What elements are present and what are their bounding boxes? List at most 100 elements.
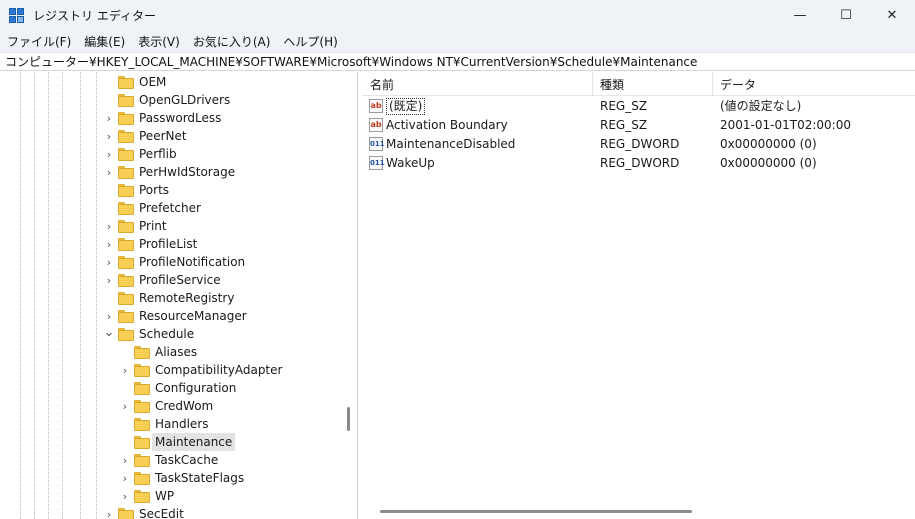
folder-icon [134,346,150,359]
menu-file[interactable]: ファイル(F) [0,33,77,50]
value-data: 0x00000000 (0) [720,137,817,151]
chevron-right-icon[interactable]: › [104,163,114,181]
menu-help[interactable]: ヘルプ(H) [276,33,343,50]
column-header-data[interactable]: データ [712,72,915,96]
tree-item[interactable]: Configuration [0,379,340,397]
value-name: (既定) [386,97,426,116]
menu-edit[interactable]: 編集(E) [77,33,131,50]
chevron-right-icon[interactable]: › [120,451,130,469]
value-row[interactable]: ab (既定) REG_SZ (値の設定なし) [362,97,915,116]
folder-icon [118,130,134,143]
tree-item-label: RemoteRegistry [139,291,235,305]
folder-icon [134,418,150,431]
chevron-right-icon[interactable]: › [120,469,130,487]
tree-item-label: Aliases [155,345,198,359]
tree-item-label: SecEdit [139,507,184,519]
tree-item-label: OEM [139,75,167,89]
folder-icon [118,166,134,179]
values-list-pane: 名前 種類 データ ab (既定) REG_SZ (値の設定なし) ab Activati… [362,72,915,519]
string-value-icon: ab [369,99,383,113]
minimize-button[interactable]: — [777,0,823,31]
chevron-right-icon[interactable]: › [120,361,130,379]
folder-icon [118,310,134,323]
value-row[interactable]: 011 MaintenanceDisabled REG_DWORD 0x0000000… [362,135,915,154]
tree-item[interactable]: ⌄ Schedule [0,325,340,343]
tree-item-label: CompatibilityAdapter [155,363,283,377]
tree-item[interactable]: › PasswordLess [0,109,340,127]
tree-item-label: OpenGLDrivers [139,93,231,107]
menu-bar: ファイル(F) 編集(E) 表示(V) お気に入り(A) ヘルプ(H) [0,31,915,52]
tree-item[interactable]: › Perflib [0,145,340,163]
maximize-button[interactable]: ☐ [823,0,869,31]
tree-item-label: Print [139,219,167,233]
chevron-right-icon[interactable]: › [120,487,130,505]
chevron-right-icon[interactable]: › [104,127,114,145]
tree-item[interactable]: › TaskStateFlags [0,469,340,487]
value-row[interactable]: 011 WakeUp REG_DWORD 0x00000000 (0) [362,154,915,173]
chevron-right-icon[interactable]: › [104,505,114,519]
value-type: REG_SZ [600,118,648,132]
tree-item-label: ProfileNotification [139,255,246,269]
tree-item[interactable]: › CredWom [0,397,340,415]
value-data: 0x00000000 (0) [720,156,817,170]
value-name: MaintenanceDisabled [386,137,516,151]
chevron-right-icon[interactable]: › [104,271,114,289]
tree-item[interactable]: Handlers [0,415,340,433]
column-header-type[interactable]: 種類 [592,72,712,96]
tree-item[interactable]: › ProfileNotification [0,253,340,271]
menu-view[interactable]: 表示(V) [131,33,186,50]
address-bar[interactable]: コンピューター¥HKEY_LOCAL_MACHINE¥SOFTWARE¥Micr… [0,52,915,71]
tree-item[interactable]: › PeerNet [0,127,340,145]
string-value-icon: ab [369,118,383,132]
value-name: WakeUp [386,156,435,170]
tree-item[interactable]: RemoteRegistry [0,289,340,307]
folder-icon [118,148,134,161]
tree-item[interactable]: › TaskCache [0,451,340,469]
chevron-right-icon[interactable]: › [104,145,114,163]
list-horizontal-scrollbar[interactable] [362,503,915,519]
tree-item[interactable]: OEM [0,73,340,91]
tree-item[interactable]: › ResourceManager [0,307,340,325]
tree-item[interactable]: › Print [0,217,340,235]
value-name-text: (既定) [386,98,426,115]
value-data: 2001-01-01T02:00:00 [720,118,851,132]
tree-item[interactable]: › CompatibilityAdapter [0,361,340,379]
tree-item[interactable]: Prefetcher [0,199,340,217]
chevron-right-icon[interactable]: › [104,109,114,127]
tree-item-label: Ports [139,183,170,197]
tree-item[interactable]: Aliases [0,343,340,361]
folder-icon [118,238,134,251]
folder-icon [118,292,134,305]
tree-item[interactable]: › ProfileList [0,235,340,253]
close-button[interactable]: ✕ [869,0,915,31]
chevron-down-icon[interactable]: ⌄ [104,323,115,341]
chevron-right-icon[interactable]: › [104,253,114,271]
folder-icon [134,364,150,377]
tree-item-label: ProfileList [139,237,198,251]
tree-item[interactable]: OpenGLDrivers [0,91,340,109]
tree-item-label: ProfileService [139,273,221,287]
folder-icon [134,382,150,395]
tree-item[interactable]: › SecEdit [0,505,340,519]
tree-item-label: CredWom [155,399,214,413]
tree-item[interactable]: Maintenance [0,433,340,451]
column-header-name[interactable]: 名前 [362,72,592,96]
tree-item[interactable]: › ProfileService [0,271,340,289]
tree-scrollbar-thumb[interactable] [347,407,350,431]
folder-icon [118,220,134,233]
chevron-right-icon[interactable]: › [120,397,130,415]
chevron-right-icon[interactable]: › [104,217,114,235]
menu-favorites[interactable]: お気に入り(A) [186,33,277,50]
chevron-right-icon[interactable]: › [104,235,114,253]
tree-item-label: Handlers [155,417,209,431]
tree-vertical-scrollbar[interactable] [341,72,357,519]
list-header: 名前 種類 データ [362,72,915,96]
value-type: REG_DWORD [600,156,680,170]
tree-item[interactable]: › PerHwIdStorage [0,163,340,181]
folder-icon [134,400,150,413]
list-scrollbar-thumb[interactable] [380,510,692,513]
value-row[interactable]: ab Activation Boundary REG_SZ 2001-01-01T02… [362,116,915,135]
folder-icon [134,490,150,503]
tree-item[interactable]: › WP [0,487,340,505]
tree-item[interactable]: Ports [0,181,340,199]
